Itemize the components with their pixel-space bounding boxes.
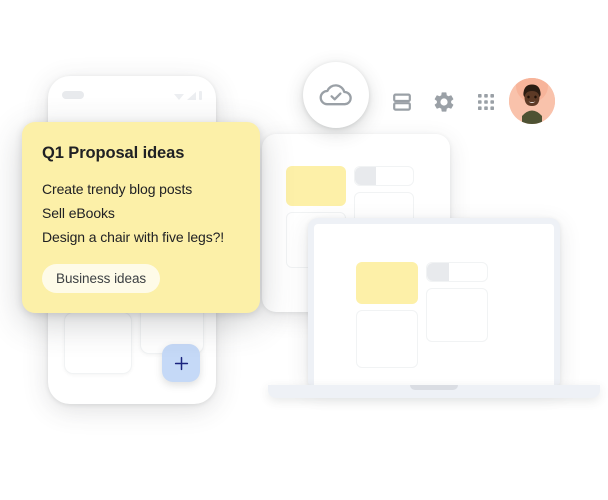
cloud-check-icon	[319, 84, 352, 106]
laptop-split-card[interactable]	[426, 262, 488, 282]
list-view-icon	[393, 93, 411, 111]
add-note-fab[interactable]	[162, 344, 200, 382]
avatar-icon	[509, 78, 555, 124]
tablet-note-card[interactable]	[286, 166, 346, 206]
account-avatar[interactable]	[509, 78, 555, 124]
note-card[interactable]: Q1 Proposal ideas Create trendy blog pos…	[22, 122, 260, 314]
apps-launcher-button[interactable]	[472, 88, 500, 116]
note-label-chip[interactable]: Business ideas	[42, 264, 161, 294]
note-line-1: Create trendy blog posts	[42, 181, 193, 197]
tablet-split-card-segment	[355, 167, 376, 185]
note-line-3: Design a chair with five legs?!	[42, 229, 225, 246]
wifi-icon	[186, 91, 196, 100]
plus-icon	[174, 356, 188, 370]
phone-status-bar	[48, 88, 216, 102]
laptop-trackpad-notch	[410, 385, 458, 390]
laptop-plain-card-b[interactable]	[356, 310, 418, 368]
phone-status-icons	[173, 90, 202, 100]
laptop-screen	[308, 218, 560, 385]
list-view-toggle[interactable]	[388, 88, 416, 116]
illustration-stage: Q1 Proposal ideas Create trendy blog pos…	[0, 0, 608, 500]
grid-apps-icon	[478, 94, 494, 110]
signal-triangle-icon	[173, 93, 184, 100]
laptop-note-card[interactable]	[356, 262, 418, 304]
note-title: Q1 Proposal ideas	[42, 144, 185, 162]
laptop-mockup	[268, 218, 600, 398]
gear-icon	[434, 92, 454, 112]
battery-icon	[198, 90, 202, 100]
speaker-pill-icon	[62, 91, 84, 99]
note-line-2: Sell eBooks	[42, 205, 115, 222]
laptop-plain-card-a[interactable]	[426, 288, 488, 342]
phone-note-card-a[interactable]	[64, 312, 132, 374]
laptop-split-card-segment	[427, 263, 449, 281]
settings-button[interactable]	[430, 88, 458, 116]
laptop-base	[268, 385, 600, 398]
cloud-done-badge[interactable]	[303, 62, 369, 128]
tablet-split-card[interactable]	[354, 166, 414, 186]
